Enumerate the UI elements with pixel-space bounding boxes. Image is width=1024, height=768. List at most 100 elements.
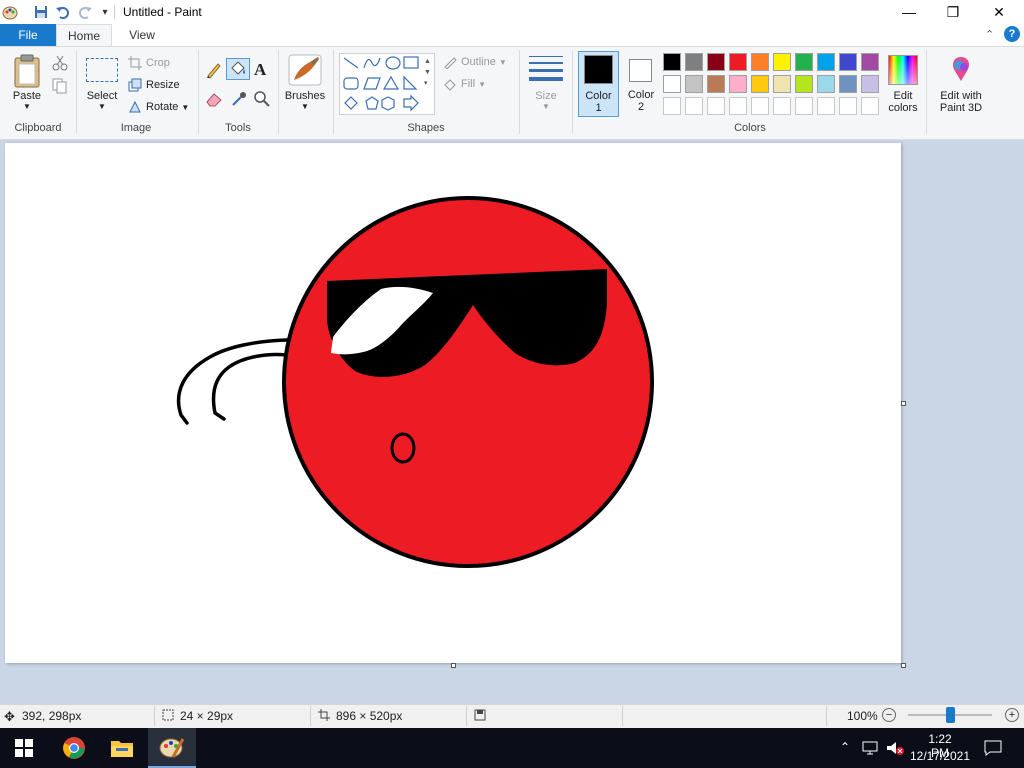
- text-tool-icon[interactable]: A: [254, 60, 266, 80]
- clock-date[interactable]: 12/17/2021: [908, 749, 972, 763]
- resize-button[interactable]: Resize: [128, 77, 180, 93]
- fill-dropdown-icon[interactable]: ▼: [478, 80, 486, 89]
- rotate-button[interactable]: Rotate ▼: [128, 99, 189, 115]
- color2-button[interactable]: Color 2: [622, 51, 660, 117]
- help-icon[interactable]: ?: [1004, 26, 1020, 42]
- tab-home[interactable]: Home: [56, 24, 112, 46]
- paint3d-label: Edit with: [940, 90, 982, 102]
- customize-quick-access-icon[interactable]: ▾: [96, 3, 114, 21]
- minimize-button[interactable]: —: [886, 0, 932, 24]
- color-picker-icon[interactable]: [230, 90, 248, 108]
- motion-line: [176, 338, 289, 425]
- palette-swatch[interactable]: [795, 53, 813, 71]
- zoom-in-button[interactable]: +: [1005, 708, 1019, 722]
- select-label: Select: [86, 90, 118, 102]
- custom-color-slot[interactable]: [861, 97, 879, 115]
- palette-swatch[interactable]: [663, 53, 681, 71]
- palette-swatch[interactable]: [839, 53, 857, 71]
- pencil-tool-icon[interactable]: [205, 61, 223, 79]
- edit-with-paint3d-button[interactable]: Edit with Paint 3D: [932, 52, 990, 116]
- palette-swatch[interactable]: [685, 53, 703, 71]
- palette-swatch[interactable]: [663, 75, 681, 93]
- maximize-button[interactable]: ❐: [930, 0, 976, 24]
- custom-color-slot[interactable]: [817, 97, 835, 115]
- palette-swatch[interactable]: [773, 75, 791, 93]
- outline-dropdown-icon[interactable]: ▼: [499, 58, 507, 67]
- size-button[interactable]: Size ▼: [526, 52, 566, 116]
- zoom-out-button[interactable]: −: [882, 708, 896, 722]
- canvas-resize-handle-right[interactable]: [901, 401, 906, 406]
- zoom-slider-thumb[interactable]: [946, 707, 955, 723]
- close-button[interactable]: ✕: [976, 0, 1022, 24]
- start-button[interactable]: [0, 728, 48, 768]
- paste-button[interactable]: Paste ▼: [8, 52, 46, 116]
- custom-color-slot[interactable]: [839, 97, 857, 115]
- palette-swatch[interactable]: [729, 75, 747, 93]
- fill-label: Fill: [461, 78, 476, 90]
- drawing-surface[interactable]: [5, 143, 901, 663]
- tab-view[interactable]: View: [116, 24, 168, 46]
- fill-button[interactable]: Fill ▼: [443, 77, 486, 91]
- collapse-ribbon-icon[interactable]: ⌃: [985, 28, 994, 41]
- canvas-resize-handle-bottom[interactable]: [451, 663, 456, 668]
- color1-button[interactable]: Color 1: [578, 51, 619, 117]
- paste-dropdown-icon[interactable]: ▼: [8, 102, 46, 111]
- file-explorer-taskbar-button[interactable]: [98, 728, 146, 768]
- shapes-scroll-icon[interactable]: ▲ ▼ ▾: [424, 56, 431, 89]
- clipboard-group-label: Clipboard: [14, 122, 62, 134]
- outline-button[interactable]: Outline ▼: [443, 55, 507, 69]
- brushes-dropdown-icon[interactable]: ▼: [282, 102, 328, 111]
- custom-color-slot[interactable]: [773, 97, 791, 115]
- redo-icon[interactable]: [76, 3, 94, 21]
- palette-swatch[interactable]: [685, 75, 703, 93]
- undo-icon[interactable]: [54, 3, 72, 21]
- select-button[interactable]: Select ▼: [82, 52, 122, 116]
- palette-swatch[interactable]: [861, 75, 879, 93]
- network-icon[interactable]: [862, 740, 880, 759]
- tab-file[interactable]: File: [0, 24, 56, 46]
- palette-swatch[interactable]: [707, 53, 725, 71]
- palette-swatch[interactable]: [751, 75, 769, 93]
- edit-colors-button[interactable]: Edit colors: [884, 52, 922, 116]
- custom-color-slot[interactable]: [729, 97, 747, 115]
- volume-muted-icon[interactable]: [886, 740, 904, 759]
- copy-icon[interactable]: [52, 78, 68, 94]
- save-icon[interactable]: [32, 3, 50, 21]
- palette-swatch[interactable]: [861, 53, 879, 71]
- magnifier-icon[interactable]: [253, 90, 271, 108]
- custom-color-slot[interactable]: [795, 97, 813, 115]
- rotate-dropdown-icon[interactable]: ▼: [181, 103, 189, 112]
- fill-tool-icon[interactable]: [226, 58, 250, 80]
- window-title: Untitled - Paint: [123, 5, 202, 19]
- crop-icon: [128, 56, 142, 70]
- palette-swatch[interactable]: [817, 75, 835, 93]
- crop-button[interactable]: Crop: [128, 55, 170, 71]
- custom-color-slot[interactable]: [663, 97, 681, 115]
- brushes-button[interactable]: Brushes ▼: [282, 52, 328, 116]
- size-label: Size: [535, 90, 557, 102]
- palette-swatch[interactable]: [751, 53, 769, 71]
- custom-color-slot[interactable]: [751, 97, 769, 115]
- palette-swatch[interactable]: [773, 53, 791, 71]
- cut-icon[interactable]: [52, 55, 68, 71]
- ribbon-divider: [572, 50, 573, 134]
- custom-color-slot[interactable]: [707, 97, 725, 115]
- palette-swatch[interactable]: [707, 75, 725, 93]
- canvas-resize-handle-corner[interactable]: [901, 663, 906, 668]
- show-hidden-icons[interactable]: ⌃: [840, 740, 850, 754]
- custom-color-slot[interactable]: [685, 97, 703, 115]
- chrome-taskbar-button[interactable]: [50, 728, 98, 768]
- palette-swatch[interactable]: [839, 75, 857, 93]
- palette-swatch[interactable]: [817, 53, 835, 71]
- paint-taskbar-button[interactable]: [148, 728, 196, 768]
- shapes-gallery[interactable]: [339, 53, 435, 115]
- select-dropdown-icon[interactable]: ▼: [82, 102, 122, 111]
- palette-swatch[interactable]: [795, 75, 813, 93]
- size-dropdown-icon[interactable]: ▼: [526, 102, 566, 111]
- drawing-canvas[interactable]: [5, 143, 901, 663]
- palette-swatch[interactable]: [729, 53, 747, 71]
- action-center-icon[interactable]: [984, 740, 1002, 759]
- paint-app-icon[interactable]: [2, 4, 18, 20]
- eraser-tool-icon[interactable]: [205, 90, 223, 108]
- red-ball: [282, 196, 654, 568]
